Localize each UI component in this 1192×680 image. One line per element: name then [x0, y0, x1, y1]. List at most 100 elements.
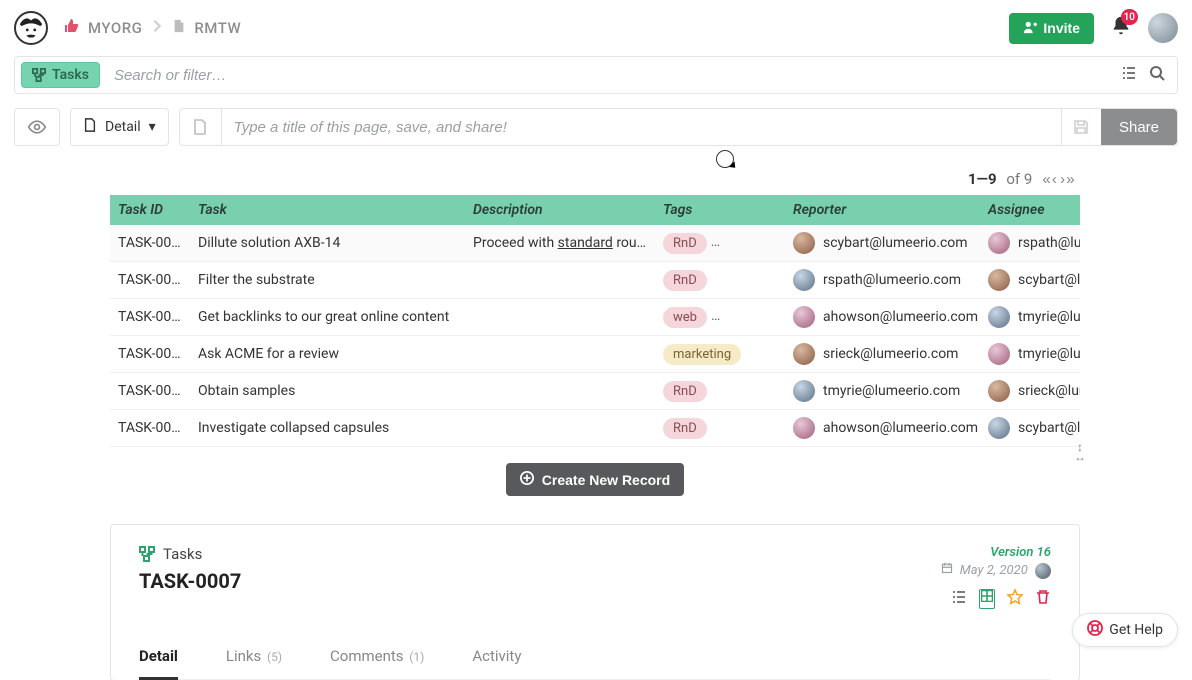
cell-task-id[interactable]: TASK-0002 [110, 336, 190, 373]
search-icon[interactable] [1149, 65, 1165, 85]
cell-task[interactable]: Obtain samples [190, 373, 465, 410]
avatar [988, 269, 1010, 291]
cell-task-id[interactable]: TASK-0005 [110, 262, 190, 299]
cell-task[interactable]: Get backlinks to our great online conten… [190, 299, 465, 336]
search-input[interactable] [100, 67, 1109, 84]
cell-tags[interactable]: RnD [655, 262, 785, 299]
tag[interactable]: RnD [663, 270, 707, 291]
notifications-bell[interactable]: 10 [1110, 15, 1132, 41]
cell-assignee[interactable]: rspath@lum [980, 225, 1080, 262]
cell-task-id[interactable]: TASK-0006 [110, 410, 190, 447]
pager-arrows[interactable]: «‹›» [1042, 172, 1074, 189]
table-row[interactable]: TASK-0004Obtain samples RnD tmyrie@lumeeri… [110, 373, 1080, 410]
avatar [793, 269, 815, 291]
cell-description[interactable] [465, 373, 655, 410]
col-description[interactable]: Description [465, 195, 655, 225]
cell-tags[interactable]: webmarketing [655, 299, 785, 336]
col-task-id[interactable]: Task ID [110, 195, 190, 225]
tag[interactable]: marketing [711, 307, 785, 328]
assignee-email: rspath@lum [1018, 235, 1080, 251]
avatar [793, 343, 815, 365]
avatar [988, 417, 1010, 439]
resize-handle-icon[interactable]: ↕↔ [1074, 442, 1086, 462]
get-help-button[interactable]: Get Help [1072, 613, 1178, 647]
tag[interactable]: web [663, 307, 707, 328]
cell-description[interactable] [465, 299, 655, 336]
detail-date: May 2, 2020 [941, 562, 1051, 579]
view-mode-dropdown[interactable]: Detail ▾ [70, 108, 169, 146]
detail-collection-label[interactable]: Tasks [139, 545, 241, 563]
invite-button[interactable]: Invite [1009, 13, 1094, 44]
collection-chip-tasks[interactable]: Tasks [21, 62, 100, 88]
col-task[interactable]: Task [190, 195, 465, 225]
notification-count: 10 [1121, 9, 1138, 25]
table-row[interactable]: TASK-0003Get backlinks to our great onli… [110, 299, 1080, 336]
reporter-email: rspath@lumeerio.com [823, 272, 961, 288]
cell-reporter[interactable]: srieck@lumeerio.com [785, 336, 980, 373]
cell-task-id[interactable]: TASK-0001 [110, 225, 190, 262]
table-row[interactable]: TASK-0006Investigate collapsed capsules R… [110, 410, 1080, 447]
cell-assignee[interactable]: tmyrie@lum [980, 336, 1080, 373]
tag[interactable]: business [711, 233, 783, 254]
tag[interactable]: RnD [663, 381, 707, 402]
cell-task[interactable]: Filter the substrate [190, 262, 465, 299]
cell-tags[interactable]: RnDbusiness [655, 225, 785, 262]
share-button[interactable]: Share [1101, 109, 1177, 145]
cell-reporter[interactable]: ahowson@lumeerio.com [785, 299, 980, 336]
user-plus-icon [1023, 20, 1037, 37]
tab-links[interactable]: Links (5) [226, 637, 282, 679]
col-reporter[interactable]: Reporter [785, 195, 980, 225]
table-row[interactable]: TASK-0005Filter the substrate RnD rspath@l… [110, 262, 1080, 299]
assignee-email: scybart@lu [1018, 420, 1080, 436]
cell-assignee[interactable]: tmyrie@lum [980, 299, 1080, 336]
cell-assignee[interactable]: scybart@lu [980, 262, 1080, 299]
app-logo[interactable] [14, 11, 48, 45]
trash-icon[interactable] [1035, 589, 1051, 609]
list-view-icon[interactable] [951, 589, 967, 609]
tab-comments[interactable]: Comments (1) [330, 637, 424, 679]
reporter-email: ahowson@lumeerio.com [823, 309, 978, 325]
cell-description[interactable] [465, 262, 655, 299]
cell-task-id[interactable]: TASK-0003 [110, 299, 190, 336]
detail-author-avatar[interactable] [1035, 563, 1051, 579]
star-icon[interactable] [1007, 589, 1023, 609]
cell-tags[interactable]: RnD [655, 373, 785, 410]
page-title-input[interactable] [222, 109, 1061, 145]
user-avatar[interactable] [1148, 13, 1178, 43]
cell-task[interactable]: Dillute solution AXB-14 [190, 225, 465, 262]
table-row[interactable]: TASK-0002Ask ACME for a review marketing s… [110, 336, 1080, 373]
cell-reporter[interactable]: ahowson@lumeerio.com [785, 410, 980, 447]
breadcrumb-org[interactable]: MYORG [88, 19, 142, 37]
avatar [793, 417, 815, 439]
cell-description[interactable] [465, 410, 655, 447]
cell-assignee[interactable]: scybart@lu [980, 410, 1080, 447]
cell-tags[interactable]: marketing [655, 336, 785, 373]
table-row[interactable]: TASK-0001Dillute solution AXB-14Proceed … [110, 225, 1080, 262]
grid-view-icon[interactable] [979, 589, 995, 609]
cell-task[interactable]: Ask ACME for a review [190, 336, 465, 373]
cell-description[interactable] [465, 336, 655, 373]
breadcrumb-page[interactable]: RMTW [194, 19, 241, 37]
cell-task-id[interactable]: TASK-0004 [110, 373, 190, 410]
visibility-button[interactable] [14, 108, 60, 146]
tab-activity[interactable]: Activity [472, 637, 521, 679]
cell-tags[interactable]: RnD [655, 410, 785, 447]
cell-assignee[interactable]: srieck@lum [980, 373, 1080, 410]
cell-reporter[interactable]: tmyrie@lumeerio.com [785, 373, 980, 410]
reporter-email: scybart@lumeerio.com [823, 235, 968, 251]
cell-reporter[interactable]: rspath@lumeerio.com [785, 262, 980, 299]
avatar [793, 380, 815, 402]
col-tags[interactable]: Tags [655, 195, 785, 225]
cell-description[interactable]: Proceed with standard routines. [465, 225, 655, 262]
list-icon[interactable] [1121, 65, 1137, 85]
tag[interactable]: RnD [663, 233, 707, 254]
detail-version[interactable]: Version 16 [941, 545, 1051, 560]
tag[interactable]: marketing [663, 344, 741, 365]
tag[interactable]: RnD [663, 418, 707, 439]
cell-reporter[interactable]: scybart@lumeerio.com [785, 225, 980, 262]
tab-detail[interactable]: Detail [139, 637, 178, 680]
col-assignee[interactable]: Assignee [980, 195, 1080, 225]
save-button[interactable] [1061, 109, 1101, 145]
create-record-button[interactable]: Create New Record [506, 463, 684, 496]
cell-task[interactable]: Investigate collapsed capsules [190, 410, 465, 447]
